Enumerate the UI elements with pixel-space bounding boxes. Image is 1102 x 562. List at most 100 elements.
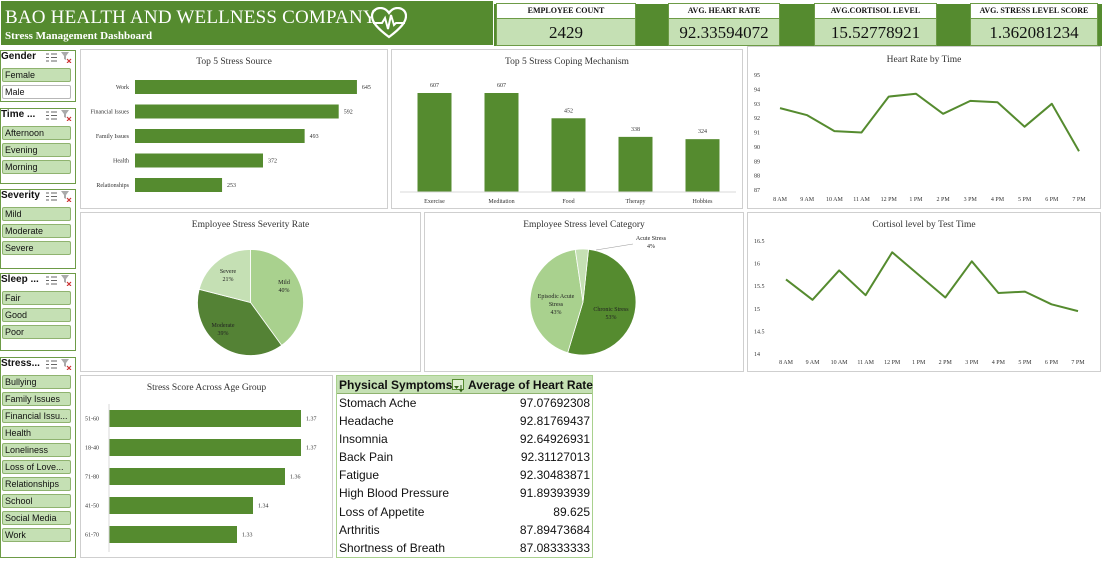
- slicer-item-financial-issues[interactable]: Financial Issu...: [2, 409, 71, 423]
- slicer-item-social-media[interactable]: Social Media: [2, 511, 71, 525]
- symptom-cell: High Blood Pressure: [339, 486, 450, 501]
- table-body: Stomach Ache 97.07692308 Headache 92.817694…: [337, 394, 592, 557]
- table-row[interactable]: Loss of Appetite 89.625: [337, 503, 592, 521]
- multi-select-icon[interactable]: [46, 360, 57, 369]
- x-tick-label: 12 PM: [881, 197, 898, 203]
- table-row[interactable]: Insomnia 92.64926931: [337, 430, 592, 448]
- multi-select-icon[interactable]: [46, 192, 57, 201]
- slicer-item-male[interactable]: Male: [2, 85, 71, 99]
- x-tick-label: 3 PM: [964, 197, 978, 203]
- slicer-item-work[interactable]: Work: [2, 528, 71, 542]
- slicer-item-bullying[interactable]: Bullying: [2, 375, 71, 389]
- slicer-title: Time ...: [1, 109, 36, 120]
- clear-filter-icon[interactable]: [61, 52, 72, 63]
- kpi-label: EMPLOYEE COUNT: [497, 4, 635, 19]
- slice-percent-label: 40%: [279, 288, 290, 294]
- table-row[interactable]: Back Pain 92.31127013: [337, 448, 592, 466]
- data-label: 607: [497, 83, 506, 89]
- x-tick-label: 12 PM: [884, 360, 901, 366]
- bar-age-61-70: [109, 526, 237, 543]
- symptom-cell: Arthritis: [339, 522, 380, 537]
- slicer-title: Gender: [1, 51, 37, 62]
- slicer-item-loneliness[interactable]: Loneliness: [2, 443, 71, 457]
- data-label: 1.36: [290, 475, 301, 481]
- data-label: 607: [430, 83, 439, 89]
- slicer-item-good[interactable]: Good: [2, 308, 71, 322]
- slicer-item-morning[interactable]: Morning: [2, 160, 71, 174]
- table-row[interactable]: Fatigue 92.30483871: [337, 466, 592, 484]
- kpi-avg-heart-rate: AVG. HEART RATE 92.33594072: [668, 3, 780, 46]
- data-label: 493: [310, 134, 319, 140]
- table-row[interactable]: Stomach Ache 97.07692308: [337, 394, 592, 412]
- filter-sort-icon[interactable]: [452, 379, 464, 393]
- kpi-value: 15.52778921: [830, 23, 921, 42]
- kpi-value: 2429: [549, 23, 583, 42]
- x-tick-label: 2 PM: [937, 197, 951, 203]
- slice-label: Mild: [278, 280, 290, 286]
- slice-percent-label: 53%: [606, 315, 617, 321]
- x-tick-label: 1 PM: [909, 197, 923, 203]
- x-tick-label: 9 AM: [806, 360, 821, 366]
- slicer-item-afternoon[interactable]: Afternoon: [2, 126, 71, 140]
- slicer-item-poor[interactable]: Poor: [2, 325, 71, 339]
- slicer-item-female[interactable]: Female: [2, 68, 71, 82]
- stress-source-bar-chart: Work 645 Financial Issues 592 Family Issues 4…: [91, 80, 371, 192]
- symptom-cell: Shortness of Breath: [339, 540, 446, 555]
- slicer-item-fair[interactable]: Fair: [2, 291, 71, 305]
- y-tick-label: 15: [754, 307, 760, 313]
- multi-select-icon[interactable]: [46, 53, 57, 62]
- heart-rate-cell: 97.07692308: [519, 396, 590, 410]
- table-row[interactable]: Arthritis 87.89473684: [337, 521, 592, 539]
- kpi-label: AVG. HEART RATE: [669, 4, 779, 19]
- slicer-item-moderate[interactable]: Moderate: [2, 224, 71, 238]
- kpi-avg-cortisol: AVG.CORTISOL LEVEL 15.52778921: [814, 3, 937, 46]
- slicer-time: Time ... Afternoon Evening Morning: [0, 108, 76, 184]
- slicer-item-family-issues[interactable]: Family Issues: [2, 392, 71, 406]
- slicer-item-mild[interactable]: Mild: [2, 207, 71, 221]
- clear-filter-icon[interactable]: [61, 191, 72, 202]
- category-label: Meditation: [488, 199, 514, 205]
- slicer-item-severe[interactable]: Severe: [2, 241, 71, 255]
- slicer-item-health[interactable]: Health: [2, 426, 71, 440]
- category-label: Therapy: [626, 199, 646, 205]
- slicer-item-school[interactable]: School: [2, 494, 71, 508]
- chart-stress-category: Employee Stress level Category Chronic S…: [424, 212, 744, 372]
- table-row[interactable]: High Blood Pressure 91.89393939: [337, 484, 592, 502]
- clear-filter-icon[interactable]: [61, 110, 72, 121]
- y-tick-label: 89: [754, 159, 760, 165]
- category-label: 18-40: [85, 446, 99, 452]
- slicer-gender: Gender Female Male: [0, 50, 76, 102]
- slice-label: Chronic Stress: [593, 307, 629, 313]
- x-tick-label: 7 PM: [1071, 360, 1085, 366]
- category-pie-chart: Chronic Stress 53% Episodic Acute Stress 43%…: [529, 236, 667, 356]
- heart-rate-cell: 92.81769437: [519, 414, 590, 429]
- table-row[interactable]: Headache 92.81769437: [337, 412, 592, 430]
- slicer-item-evening[interactable]: Evening: [2, 143, 71, 157]
- table-header: Physical Symptoms Average of Heart Rate: [337, 376, 593, 394]
- category-label: Relationships: [96, 183, 129, 189]
- clear-filter-icon[interactable]: [61, 359, 72, 370]
- multi-select-icon[interactable]: [46, 111, 57, 120]
- data-label: 253: [227, 183, 236, 189]
- heart-rate-line-chart: 87 88 89 90 91 92 93 94 95 8 AM 9 AM 10 AM 11 AM 12 P…: [754, 73, 1086, 203]
- x-tick-label: 7 PM: [1072, 197, 1086, 203]
- category-label: 41-50: [85, 504, 99, 510]
- table-row[interactable]: Shortness of Breath 87.08333333: [337, 539, 592, 557]
- category-label: Work: [116, 85, 129, 91]
- category-label: Exercise: [424, 199, 445, 205]
- heart-rate-cell: 89.625: [553, 504, 590, 519]
- symptom-cell: Loss of Appetite: [339, 504, 425, 519]
- slicer-item-relationships[interactable]: Relationships: [2, 477, 71, 491]
- multi-select-icon[interactable]: [46, 276, 57, 285]
- slicer-item-loss-of-love[interactable]: Loss of Love...: [2, 460, 71, 474]
- slice-percent-label: 39%: [218, 331, 229, 337]
- bar-financial-issues: [135, 104, 339, 119]
- coping-bar-chart: 607 Exercise 607 Meditation 452 Food 338 Therap…: [400, 83, 736, 205]
- clear-filter-icon[interactable]: [61, 275, 72, 286]
- category-label: Health: [113, 159, 129, 165]
- symptom-cell: Insomnia: [339, 432, 388, 447]
- heart-rate-cell: 92.64926931: [519, 432, 590, 447]
- slicer-severity: Severity Mild Moderate Severe: [0, 189, 76, 269]
- x-tick-label: 6 PM: [1045, 360, 1059, 366]
- category-label: 51-60: [85, 417, 99, 423]
